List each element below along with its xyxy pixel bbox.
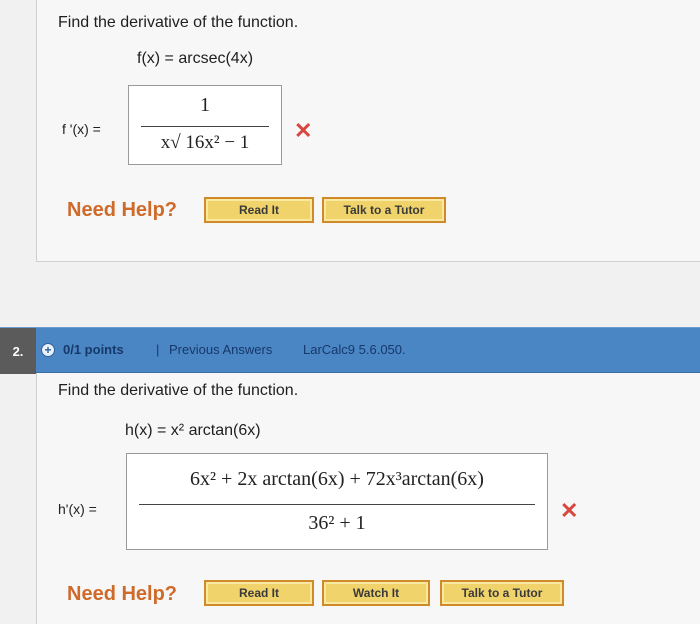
talk-to-tutor-button[interactable]: Talk to a Tutor [440, 580, 564, 606]
problem-1-question: Find the derivative of the function. [58, 14, 299, 31]
problem-2-answer-label: h'(x) = [58, 501, 97, 517]
previous-answers-link[interactable]: Previous Answers [169, 342, 272, 357]
answer-numerator: 6x² + 2x arctan(6x) + 72x³arctan(6x) [190, 468, 484, 490]
talk-to-tutor-label: Talk to a Tutor [343, 203, 425, 217]
need-help-label: Need Help? [67, 583, 178, 605]
problem-1-function: f(x) = arcsec(4x) [137, 50, 254, 67]
x-mark-icon: ✕ [294, 118, 313, 143]
problem-2-header: 2. + 0/1 points | Previous Answers LarCa… [0, 327, 700, 374]
problem-2-function: h(x) = x² arctan(6x) [125, 422, 261, 439]
read-it-button[interactable]: Read It [204, 580, 314, 606]
need-help-label: Need Help? [67, 199, 178, 221]
header-separator: | [156, 342, 160, 357]
fraction-bar [141, 126, 269, 127]
problem-1-answer-label: f '(x) = [62, 121, 101, 137]
read-it-button[interactable]: Read It [204, 197, 314, 223]
fraction-bar [139, 504, 535, 505]
read-it-label: Read It [238, 203, 279, 217]
plus-circle-icon[interactable]: + [41, 343, 55, 357]
problem-2-question: Find the derivative of the function. [58, 382, 299, 399]
answer-numerator: 1 [200, 94, 210, 116]
points-score: 0/1 points [63, 342, 124, 357]
problem-number: 2. [0, 328, 36, 374]
watch-it-label: Watch It [352, 586, 400, 600]
watch-it-button[interactable]: Watch It [322, 580, 430, 606]
x-mark-icon: ✕ [560, 498, 579, 523]
problem-source: LarCalc9 5.6.050. [303, 342, 406, 357]
problem-2-answer-box[interactable]: 6x² + 2x arctan(6x) + 72x³arctan(6x) 36²… [126, 453, 548, 550]
problem-1-answer-box[interactable]: 1 x√ 16x² − 1 [128, 85, 282, 165]
talk-to-tutor-button[interactable]: Talk to a Tutor [322, 197, 446, 223]
talk-to-tutor-label: Talk to a Tutor [461, 586, 543, 600]
read-it-label: Read It [238, 586, 279, 600]
answer-denominator: x√ 16x² − 1 [160, 132, 250, 153]
answer-denominator: 36² + 1 [308, 512, 366, 534]
